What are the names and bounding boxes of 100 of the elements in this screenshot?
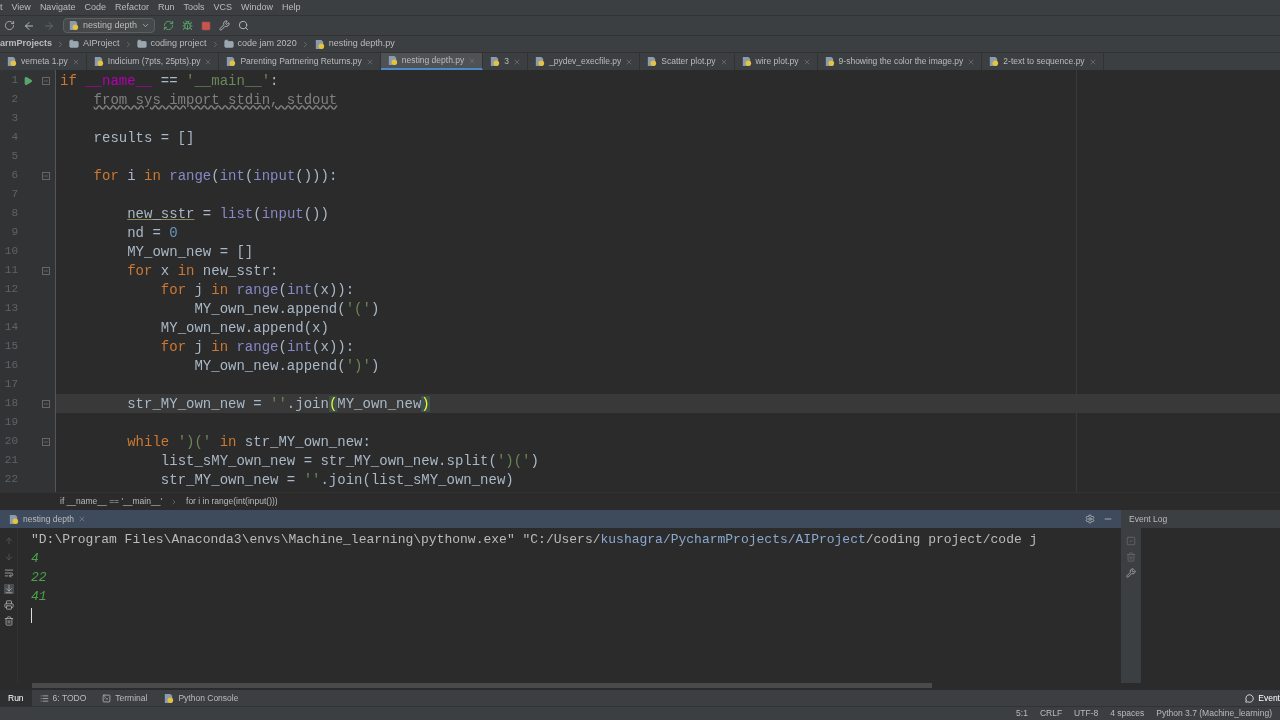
wrench-icon[interactable]: [219, 20, 231, 31]
print-icon[interactable]: [3, 600, 14, 610]
code-line: from sys import stdin, stdout: [92, 92, 338, 107]
sync-icon[interactable]: [4, 20, 15, 31]
console-line: 4: [31, 549, 39, 568]
check-icon[interactable]: [1126, 536, 1136, 546]
trash-icon[interactable]: [3, 616, 14, 626]
close-icon[interactable]: [967, 57, 976, 66]
folder-icon: [223, 39, 234, 49]
close-icon[interactable]: [71, 57, 80, 66]
python-file-icon: [823, 56, 835, 67]
status-item[interactable]: Python 3.7 (Machine_learning): [1156, 707, 1272, 720]
status-item[interactable]: UTF-8: [1074, 707, 1099, 720]
code-line: for i in range(int(input())):: [92, 168, 338, 183]
menu-item[interactable]: Refactor: [114, 3, 149, 12]
python-file-icon: [8, 513, 19, 525]
panel-title: Event Log: [1128, 512, 1169, 526]
run-icon[interactable]: [23, 75, 33, 86]
status-item[interactable]: 5:1: [1016, 707, 1028, 720]
python-file-icon: [988, 56, 1000, 67]
breadcrumb-item[interactable]: nesting depth.py: [328, 37, 395, 51]
close-icon[interactable]: [512, 57, 521, 66]
terminal-icon: [102, 693, 112, 703]
search-icon[interactable]: [238, 20, 250, 31]
console-line: "D:\Program Files\Anaconda3\envs\Machine_learning\pythonw.exe" "C:/Users/kushagra/PycharmProjects/AIProject/coding project/code j: [31, 530, 1038, 549]
code-line: list_sMY_own_new = str_MY_own_new.split(')('): [159, 453, 539, 468]
menu-item[interactable]: Window: [241, 3, 273, 12]
close-icon[interactable]: [719, 57, 728, 66]
python-file-icon: [533, 56, 545, 67]
tool-window-tab[interactable]: Terminal: [94, 690, 156, 706]
close-icon[interactable]: [78, 515, 87, 523]
menu-item[interactable]: t: [0, 3, 3, 12]
down-arrow-icon[interactable]: [3, 552, 14, 562]
code-line: str_MY_own_new = ''.join(MY_own_new): [126, 396, 430, 411]
python-file-icon: [646, 56, 658, 67]
wrench-icon[interactable]: [1126, 568, 1136, 578]
status-item[interactable]: CRLF: [1039, 707, 1063, 720]
python-file-icon: [163, 692, 175, 704]
code-line: for x in new_sstr:: [126, 263, 279, 278]
menu-item[interactable]: View: [11, 3, 31, 12]
fold-marker-icon[interactable]: [42, 266, 50, 275]
menu-item[interactable]: Code: [84, 3, 106, 12]
close-icon[interactable]: [625, 57, 634, 66]
folder-icon: [136, 39, 147, 49]
forward-icon[interactable]: [43, 19, 55, 32]
fold-marker-icon[interactable]: [42, 399, 50, 408]
chevron-icon: [170, 497, 178, 506]
menu-item[interactable]: VCS: [213, 3, 232, 12]
code-line: MY_own_new = []: [126, 244, 254, 259]
menu-item[interactable]: Run: [157, 3, 175, 12]
wrap-icon[interactable]: [3, 568, 14, 578]
breadcrumb-item[interactable]: armProjects: [0, 37, 53, 51]
event-log-button[interactable]: Event: [1237, 690, 1280, 706]
status-item[interactable]: 4 spaces: [1110, 707, 1145, 720]
tool-window-tab[interactable]: Python Console: [155, 690, 247, 706]
caret-icon: [141, 21, 151, 30]
tool-window-tab[interactable]: Run: [0, 690, 32, 706]
console-line: 22: [31, 568, 47, 587]
close-icon[interactable]: [365, 57, 374, 66]
stop-icon[interactable]: [201, 20, 212, 31]
python-file-icon: [740, 56, 752, 67]
bug-icon[interactable]: [182, 20, 194, 31]
settings-icon[interactable]: [1085, 514, 1095, 524]
close-icon[interactable]: [468, 56, 477, 65]
rerun-icon[interactable]: [163, 20, 175, 31]
run-config-dropdown[interactable]: nesting depth: [63, 18, 156, 33]
python-file-icon: [489, 56, 501, 67]
list-icon: [39, 693, 49, 703]
python-file-icon: [225, 56, 237, 67]
code-line: str_MY_own_new = ''.join(list_sMY_own_new): [159, 472, 514, 487]
menu-item[interactable]: Navigate: [39, 3, 76, 12]
editor-tab[interactable]: nesting depth.py: [380, 53, 484, 70]
fold-marker-icon[interactable]: [42, 437, 50, 446]
fold-marker-icon[interactable]: [42, 76, 50, 85]
tool-window-tab[interactable]: 6: TODO: [31, 690, 95, 706]
breadcrumb-item[interactable]: for i in range(int(input())): [186, 495, 278, 508]
code-line: new_sstr = list(input()): [126, 206, 329, 221]
breadcrumb-item[interactable]: if __name__ == '__main__': [60, 495, 162, 508]
menu-item[interactable]: Help: [282, 3, 301, 12]
breadcrumb-item[interactable]: coding project: [150, 37, 207, 51]
close-icon[interactable]: [1088, 57, 1097, 66]
code-line: for j in range(int(x)):: [159, 339, 355, 354]
breadcrumb-item[interactable]: AIProject: [83, 37, 120, 51]
close-icon[interactable]: [204, 57, 213, 66]
speech-bubble-icon: [1245, 693, 1255, 703]
code-line: while ')(' in str_MY_own_new:: [126, 434, 371, 449]
close-icon[interactable]: [802, 57, 811, 66]
console-tab[interactable]: nesting depth: [8, 512, 87, 526]
back-icon[interactable]: [23, 19, 35, 32]
breadcrumb-item[interactable]: code jam 2020: [237, 37, 297, 51]
code-line: results = []: [92, 130, 195, 145]
console-line: 41: [31, 587, 47, 606]
python-file-icon: [386, 55, 398, 66]
code-line: MY_own_new.append(x): [159, 320, 329, 335]
fold-marker-icon[interactable]: [42, 171, 50, 180]
folder-icon: [69, 39, 80, 49]
up-arrow-icon[interactable]: [3, 536, 14, 546]
scroll-end-icon[interactable]: [3, 584, 14, 594]
code-line: MY_own_new.append('('): [193, 301, 380, 316]
menu-item[interactable]: Tools: [183, 3, 205, 12]
